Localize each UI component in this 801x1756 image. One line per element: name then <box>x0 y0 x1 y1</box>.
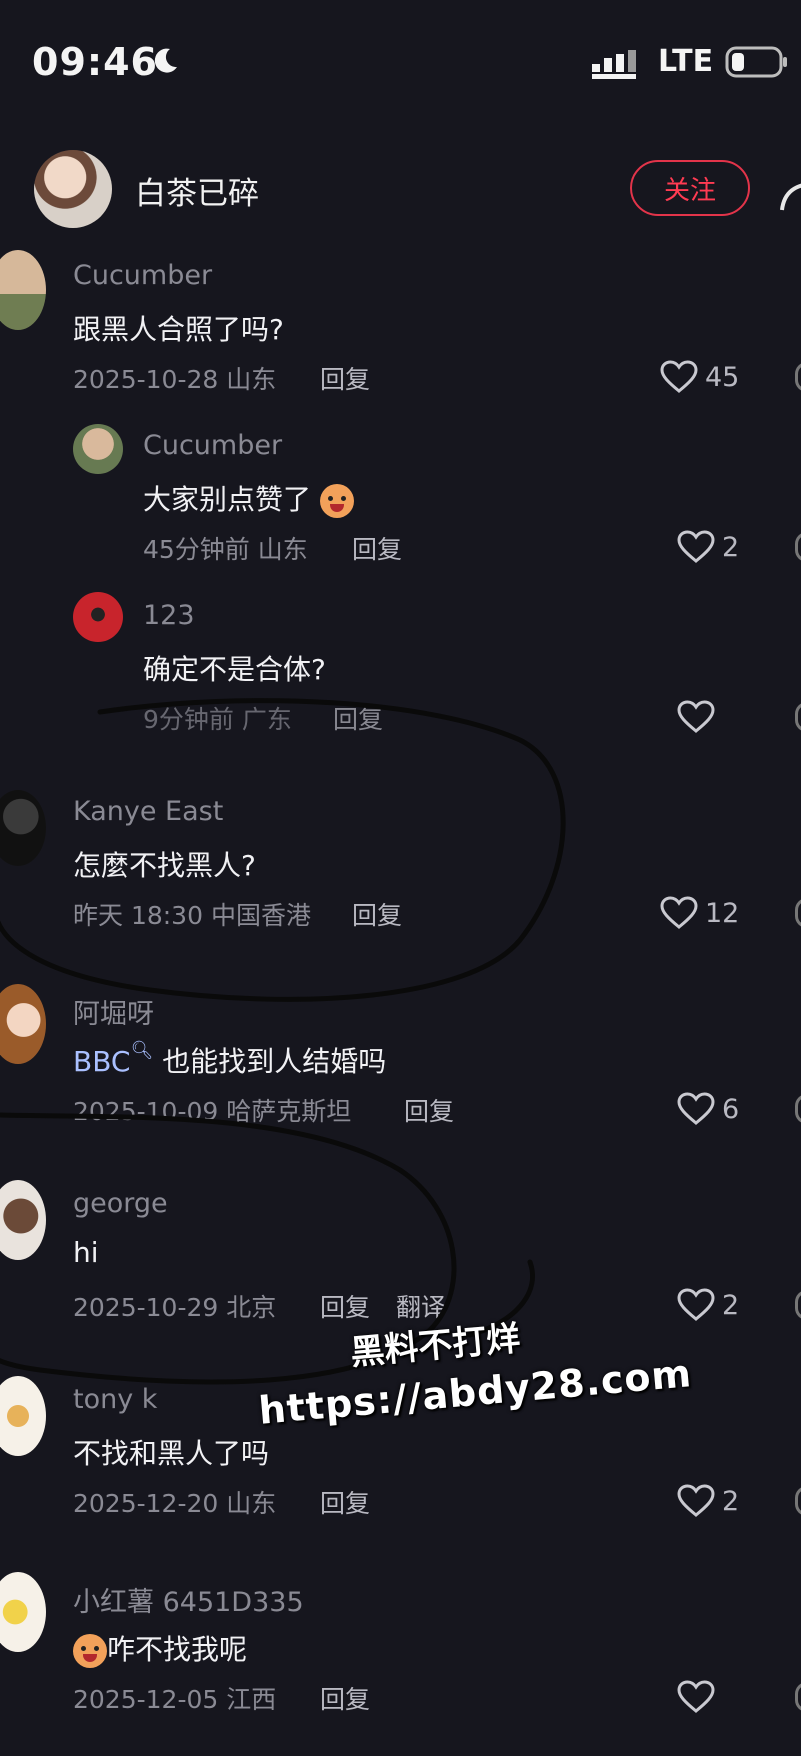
more-icon[interactable] <box>795 1290 801 1320</box>
comment-link-text[interactable]: BBC <box>73 1045 130 1078</box>
comment-time: 2025-10-28 <box>73 365 219 394</box>
crying-emoji-icon <box>73 1634 107 1668</box>
comment-meta: 2025-10-09 哈萨克斯坦 <box>73 1092 351 1128</box>
comment-time: 2025-10-29 <box>73 1293 219 1322</box>
comment-meta: 2025-12-20 山东 <box>73 1484 276 1520</box>
reply-button[interactable]: 回复 <box>352 896 402 932</box>
like-count: 45 <box>705 362 740 393</box>
network-type: LTE <box>658 44 714 79</box>
comment-location: 江西 <box>226 1685 277 1714</box>
comment-location: 中国香港 <box>210 901 311 930</box>
comment-text: 怎麼不找黑人? <box>73 849 256 882</box>
reply-button[interactable]: 回复 <box>320 360 370 396</box>
comment-meta: 2025-10-28 山东 <box>73 360 276 396</box>
share-icon[interactable] <box>778 170 801 214</box>
comment-location: 山东 <box>257 535 308 564</box>
like-icon[interactable] <box>660 896 698 930</box>
comment-location: 北京 <box>226 1293 277 1322</box>
avatar[interactable] <box>0 1376 46 1456</box>
comment-text-body: 也能找到人结婚吗 <box>162 1045 387 1078</box>
comment-text-body: 大家别点赞了 <box>143 483 312 516</box>
comment-text: 大家别点赞了 <box>143 478 354 518</box>
more-icon[interactable] <box>795 362 801 392</box>
comment-meta: 2025-12-05 江西 <box>73 1680 276 1716</box>
comment-location: 哈萨克斯坦 <box>226 1097 352 1126</box>
crying-emoji-icon <box>319 484 354 518</box>
like-count: 2 <box>722 1486 740 1517</box>
comment-location: 广东 <box>241 705 292 734</box>
comment-username[interactable]: Cucumber <box>73 260 212 291</box>
avatar[interactable] <box>0 1572 46 1652</box>
comment-location: 山东 <box>226 1489 277 1518</box>
comment-text: 咋不找我呢 <box>73 1628 247 1668</box>
comment-time: 2025-10-09 <box>73 1097 219 1126</box>
comment-username[interactable]: 阿堀呀 <box>73 992 154 1031</box>
watermark-line1: 黑料不打烊 <box>348 1318 522 1374</box>
reply-button[interactable]: 回复 <box>320 1288 370 1324</box>
reply-button[interactable]: 回复 <box>404 1092 454 1128</box>
more-icon[interactable] <box>795 532 801 562</box>
comment-username[interactable]: Cucumber <box>143 430 282 461</box>
like-icon[interactable] <box>677 700 715 734</box>
more-icon[interactable] <box>795 1486 801 1516</box>
signal-icon <box>592 50 636 79</box>
comment-meta: 昨天 18:30 中国香港 <box>73 896 311 932</box>
comment-meta: 2025-10-29 北京 <box>73 1288 276 1324</box>
avatar[interactable] <box>0 250 46 330</box>
comment-time: 45分钟前 <box>143 535 250 564</box>
author-name[interactable]: 白茶已碎 <box>135 168 259 213</box>
like-count: 6 <box>722 1094 740 1125</box>
reply-button[interactable]: 回复 <box>333 700 383 736</box>
moon-icon <box>154 48 177 73</box>
more-icon[interactable] <box>795 1094 801 1124</box>
reply-button[interactable]: 回复 <box>320 1484 370 1520</box>
avatar[interactable] <box>73 424 123 474</box>
follow-button[interactable]: 关注 <box>630 160 750 216</box>
comment-text: 跟黑人合照了吗? <box>73 313 284 346</box>
comment-text: hi <box>73 1236 99 1269</box>
more-icon[interactable] <box>795 702 801 732</box>
avatar[interactable] <box>0 984 46 1064</box>
comment-username[interactable]: tony k <box>73 1384 157 1415</box>
comment-username[interactable]: 小红薯 6451D335 <box>73 1580 304 1619</box>
avatar[interactable] <box>0 790 46 866</box>
avatar[interactable] <box>0 1180 46 1260</box>
like-icon[interactable] <box>677 1680 715 1714</box>
comment-location: 山东 <box>226 365 277 394</box>
comment-time: 9分钟前 <box>143 705 234 734</box>
search-icon[interactable]: 🔍︎ <box>130 1040 153 1061</box>
like-count: 2 <box>722 1290 740 1321</box>
comment-username[interactable]: george <box>73 1188 168 1219</box>
like-count: 2 <box>722 532 740 563</box>
comment-username[interactable]: Kanye East <box>73 796 223 827</box>
comment-meta: 45分钟前 山东 <box>143 530 308 566</box>
reply-button[interactable]: 回复 <box>352 530 402 566</box>
comment-text-body: 咋不找我呢 <box>107 1633 248 1666</box>
like-icon[interactable] <box>677 1092 715 1126</box>
like-count: 12 <box>705 898 740 929</box>
avatar[interactable] <box>73 592 123 642</box>
comment-text: 不找和黑人了吗 <box>73 1437 270 1470</box>
author-avatar[interactable] <box>34 150 112 228</box>
like-icon[interactable] <box>677 1288 715 1322</box>
status-time: 09:46 <box>32 40 158 84</box>
comment-text: 确定不是合体? <box>143 653 326 686</box>
more-icon[interactable] <box>795 898 801 928</box>
battery-icon <box>725 46 787 78</box>
comment-meta: 9分钟前 广东 <box>143 700 292 736</box>
comment-time: 2025-12-05 <box>73 1685 219 1714</box>
like-icon[interactable] <box>660 360 698 394</box>
like-icon[interactable] <box>677 530 715 564</box>
comment-time: 昨天 18:30 <box>73 901 203 930</box>
comment-username[interactable]: 123 <box>143 600 195 631</box>
more-icon[interactable] <box>795 1682 801 1712</box>
like-icon[interactable] <box>677 1484 715 1518</box>
reply-button[interactable]: 回复 <box>320 1680 370 1716</box>
comment-time: 2025-12-20 <box>73 1489 219 1518</box>
comment-text: BBC🔍︎ 也能找到人结婚吗 <box>73 1040 386 1080</box>
